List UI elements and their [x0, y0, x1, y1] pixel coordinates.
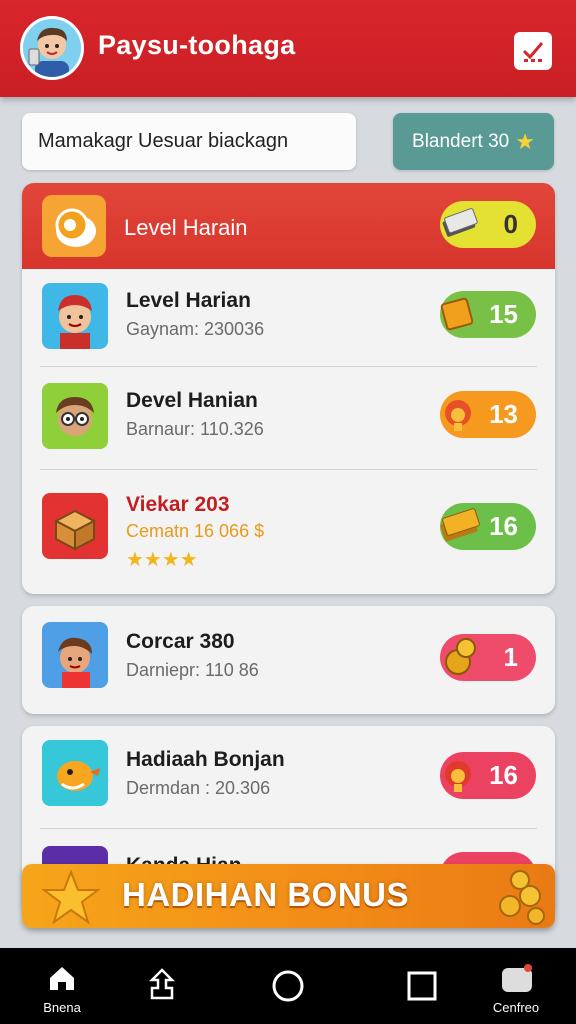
star-icon [41, 869, 101, 925]
item-subtitle: Barnaur: 110.326 [126, 419, 264, 439]
egg-icon [42, 195, 106, 257]
bottom-navigation-bar: Bnena Cenfreo [0, 948, 576, 1024]
nav-messages-label: Cenfreo [492, 1000, 540, 1015]
nav-messages[interactable]: Cenfreo [476, 948, 556, 1024]
item-subtitle: Cematn 16 066 $ [126, 521, 265, 541]
circle-home-icon [272, 970, 304, 1002]
checklist-button[interactable] [514, 32, 552, 70]
checklist-icon [522, 42, 544, 62]
list-item[interactable]: Hadiaah Bonjan Dermdan : 20.306 16 [22, 726, 555, 826]
avatar-face-icon [28, 27, 69, 77]
user-avatar[interactable] [20, 16, 84, 80]
glasses-avatar-icon [42, 383, 108, 449]
nav-home-circle[interactable] [248, 948, 328, 1024]
search-input-value: Mamakagr Uesuar biackagn [38, 130, 289, 152]
cash-stack-icon [442, 208, 478, 237]
home-icon [50, 967, 74, 990]
reward-pill-value: 1 [503, 642, 518, 672]
nav-home[interactable]: Bnena [22, 948, 102, 1024]
item-subtitle: Darniepr: 110 86 [126, 660, 259, 680]
reward-pill[interactable]: 13 [440, 391, 536, 438]
square-recent-icon [407, 971, 437, 1001]
reward-pill-value: 15 [489, 299, 518, 329]
reward-pill[interactable]: 1 [440, 634, 536, 681]
rating-stars: ★★★★ [126, 549, 198, 571]
app-header: Paysu-toohaga [0, 0, 576, 97]
divider [40, 469, 537, 470]
reward-pill[interactable]: 16 [440, 503, 536, 550]
share-icon [148, 968, 176, 1000]
list-item[interactable]: Devel Hanian Barnaur: 110.326 13 [22, 369, 555, 469]
bonus-banner-label: HADIHAN BONUS [122, 876, 409, 913]
divider [40, 366, 537, 367]
nav-recents[interactable] [382, 948, 462, 1024]
chick-icon [42, 740, 108, 806]
item-title: Devel Hanian [126, 389, 258, 412]
treasure-box-icon [42, 493, 108, 559]
coin-box-icon [440, 297, 474, 331]
search-input[interactable]: Mamakagr Uesuar biackagn [22, 113, 356, 170]
reward-pill-value: 13 [489, 399, 518, 429]
list-item[interactable]: Level Harian Gaynam: 230036 15 [22, 269, 555, 369]
points-badge[interactable]: Blandert 30 ★ [393, 113, 554, 170]
item-subtitle: Gaynam: 230036 [126, 319, 265, 339]
reward-pill-value: 16 [489, 511, 518, 541]
chat-notification-icon [502, 964, 532, 992]
reward-pill-value: 16 [489, 760, 518, 790]
page-title: Paysu-toohaga [98, 30, 296, 60]
coins-icon [499, 870, 545, 925]
divider [40, 828, 537, 829]
reward-pill-value: 0 [503, 209, 518, 239]
item-subtitle: Dermdan : 20.306 [126, 778, 271, 798]
list-item[interactable]: Viekar 203 Cematn 16 066 $ ★★★★ 16 [22, 473, 555, 593]
kid-avatar-icon [42, 622, 108, 688]
star-icon: ★ [515, 128, 535, 154]
nav-home-label: Bnena [43, 1000, 81, 1015]
reward-pill[interactable]: 15 [440, 291, 536, 338]
levels-card-header[interactable]: Level Harain 0 [22, 183, 555, 269]
single-item-card: Corcar 380 Darniepr: 110 86 1 [22, 606, 555, 714]
levels-card-title: Level Harain [124, 215, 248, 240]
item-title: Level Harian [126, 289, 251, 312]
list-item[interactable]: Corcar 380 Darniepr: 110 86 1 [22, 606, 555, 706]
flame-mascot-icon [445, 761, 471, 792]
item-title: Viekar 203 [126, 493, 230, 516]
flame-mascot-icon [445, 400, 471, 431]
item-title: Corcar 380 [126, 630, 235, 653]
reward-pill[interactable]: 0 [440, 201, 536, 248]
nav-share[interactable] [122, 948, 202, 1024]
cash-stack-icon [440, 508, 480, 542]
levels-card: Level Harain 0 Level Harian Gaynam: 2300… [22, 183, 555, 594]
points-badge-label: Blandert 30 [412, 130, 510, 152]
bonus-banner-button[interactable]: HADIHAN BONUS [22, 864, 555, 928]
boy-avatar-icon [42, 283, 108, 349]
gold-coins-icon [445, 638, 476, 675]
reward-pill[interactable]: 16 [440, 752, 536, 799]
item-title: Hadiaah Bonjan [126, 748, 285, 771]
